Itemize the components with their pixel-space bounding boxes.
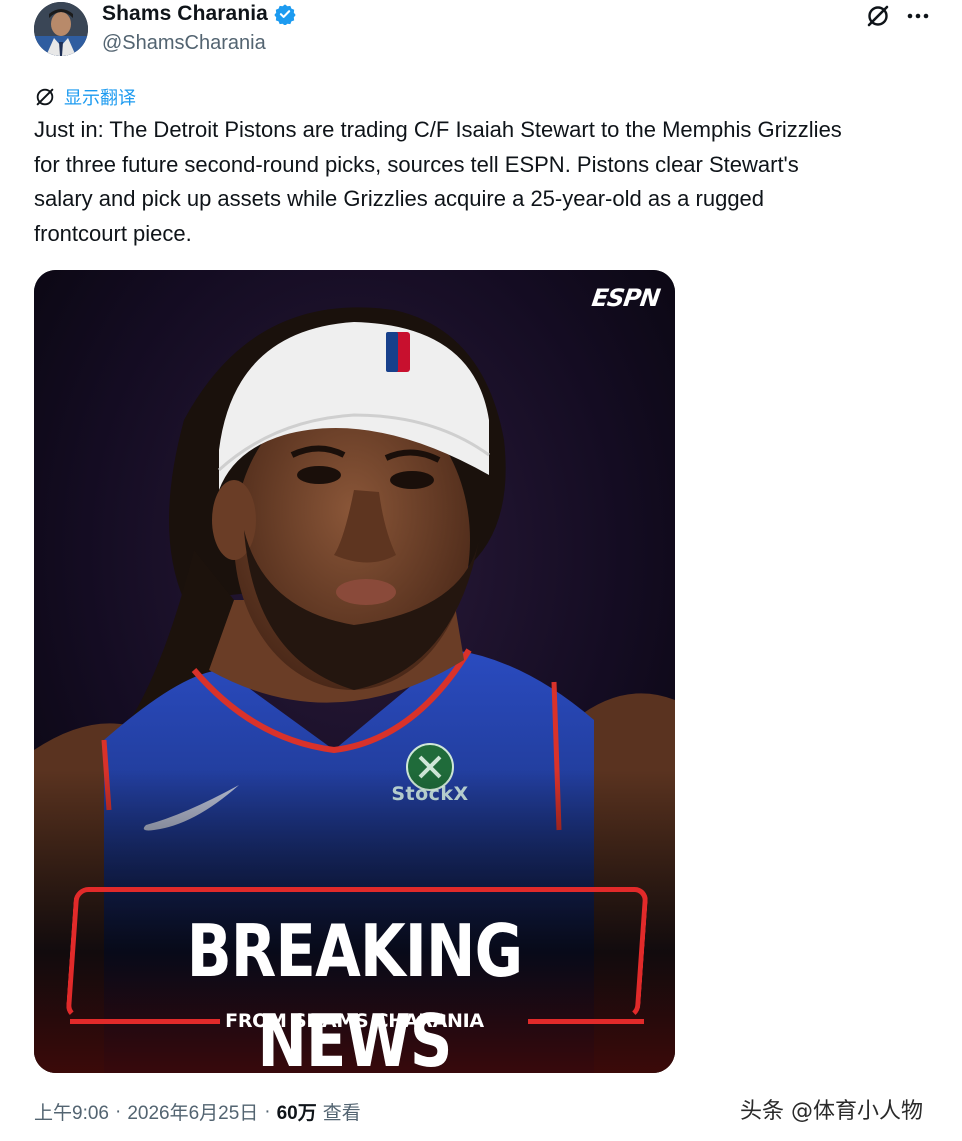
translate-icon [36, 88, 54, 106]
verified-badge-icon [274, 4, 296, 25]
avatar[interactable] [34, 2, 88, 56]
breaking-news-subheadline: FROM SHAMS CHARANIA [225, 1010, 484, 1032]
tweet-meta: 上午9:06 · 2026年6月25日 · 60万 查看 [34, 1098, 361, 1125]
meta-separator: · [264, 1100, 271, 1122]
tweet-time[interactable]: 上午9:06 [34, 1098, 109, 1125]
espn-logo: ESPN [589, 284, 661, 312]
grok-icon[interactable] [864, 2, 892, 30]
more-options-icon[interactable] [904, 2, 932, 30]
meta-separator: · [114, 1100, 122, 1122]
stockx-patch-label: StockX [391, 783, 469, 805]
tweet-date[interactable]: 2026年6月25日 [127, 1098, 258, 1125]
tweet-media-image[interactable]: ESPN StockX BREAKING NEWS FROM SHAMS CHA… [34, 270, 675, 1073]
author-name-row: Shams Charania [102, 2, 296, 26]
source-watermark: 头条 @体育小人物 [740, 1099, 923, 1124]
show-translation-label: 显示翻译 [64, 88, 136, 108]
show-translation-link[interactable]: 显示翻译 [34, 84, 136, 110]
views-count[interactable]: 60万 [277, 1098, 317, 1125]
tweet-text: Just in: The Detroit Pistons are trading… [34, 117, 842, 246]
avatar-image [34, 2, 88, 56]
views-label: 查看 [322, 1103, 361, 1124]
author-handle[interactable]: @ShamsCharania [102, 32, 266, 55]
breaking-news-headline: BREAKING NEWS [186, 909, 523, 1073]
author-display-name[interactable]: Shams Charania [102, 2, 268, 26]
tweet-card: Shams Charania @ShamsCharania 显示翻译 Just … [0, 0, 962, 1141]
